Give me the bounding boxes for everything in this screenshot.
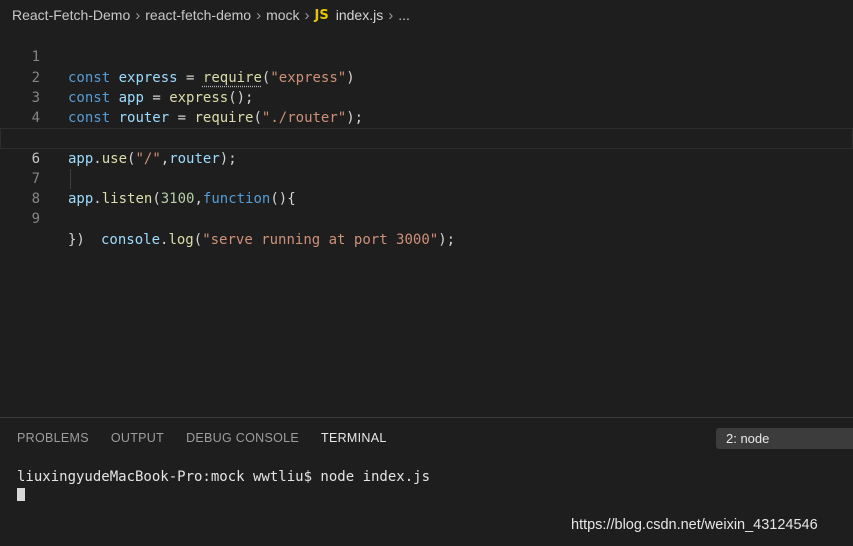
code-line[interactable]: 2 const app = express(); xyxy=(0,47,853,106)
code-token: console xyxy=(101,231,161,248)
chevron-right-icon: › xyxy=(304,6,310,24)
terminal-output[interactable]: liuxingyudeMacBook-Pro:mock wwtliu$ node… xyxy=(17,469,430,485)
indent-guide xyxy=(70,168,71,189)
breadcrumb-item-folder[interactable]: react-fetch-demo xyxy=(145,7,251,23)
code-token: }) xyxy=(68,231,85,248)
breadcrumb-item-file[interactable]: index.js xyxy=(336,7,383,23)
tab-debug-console[interactable]: DEBUG CONSOLE xyxy=(186,431,299,445)
breadcrumb-item-mock[interactable]: mock xyxy=(266,7,299,23)
code-token: log xyxy=(168,231,194,248)
breadcrumb: React-Fetch-Demo › react-fetch-demo › mo… xyxy=(0,0,853,30)
code-line[interactable]: 1 const express = require("express") xyxy=(0,27,853,85)
tab-terminal[interactable]: TERMINAL xyxy=(321,431,387,445)
panel-tabs: PROBLEMS OUTPUT DEBUG CONSOLE TERMINAL xyxy=(17,431,409,445)
code-line[interactable]: 9 }) xyxy=(0,189,853,247)
breadcrumb-item-project[interactable]: React-Fetch-Demo xyxy=(12,7,130,23)
watermark: https://blog.csdn.net/weixin_43124546 xyxy=(571,517,818,533)
tab-problems[interactable]: PROBLEMS xyxy=(17,431,89,445)
tab-output[interactable]: OUTPUT xyxy=(111,431,164,445)
code-line[interactable]: 7 app.listen(3100,function(){ xyxy=(0,149,853,207)
code-line[interactable]: 3 const router = require("./router"); xyxy=(0,68,853,126)
code-token: "serve running at port 3000" xyxy=(202,231,439,248)
code-token: ( xyxy=(193,231,203,248)
chevron-right-icon: › xyxy=(135,6,141,24)
code-token: ); xyxy=(438,231,456,248)
code-line[interactable]: 5 app.use("/",router); xyxy=(0,108,853,166)
code-editor[interactable]: 1 const express = require("express") 2 c… xyxy=(0,27,853,417)
chevron-right-icon: › xyxy=(388,6,394,24)
terminal-cursor xyxy=(17,488,25,501)
js-file-icon: JS xyxy=(314,7,329,23)
chevron-right-icon: › xyxy=(256,6,262,24)
breadcrumb-item-symbols[interactable]: ... xyxy=(398,7,410,23)
line-number: 9 xyxy=(31,211,40,228)
code-line[interactable]: 4 xyxy=(0,88,853,126)
code-line-active[interactable]: 6 xyxy=(0,128,853,167)
code-line[interactable]: 8 console.log("serve running at port 300… xyxy=(0,168,853,248)
terminal-select[interactable]: 2: node xyxy=(716,428,853,449)
